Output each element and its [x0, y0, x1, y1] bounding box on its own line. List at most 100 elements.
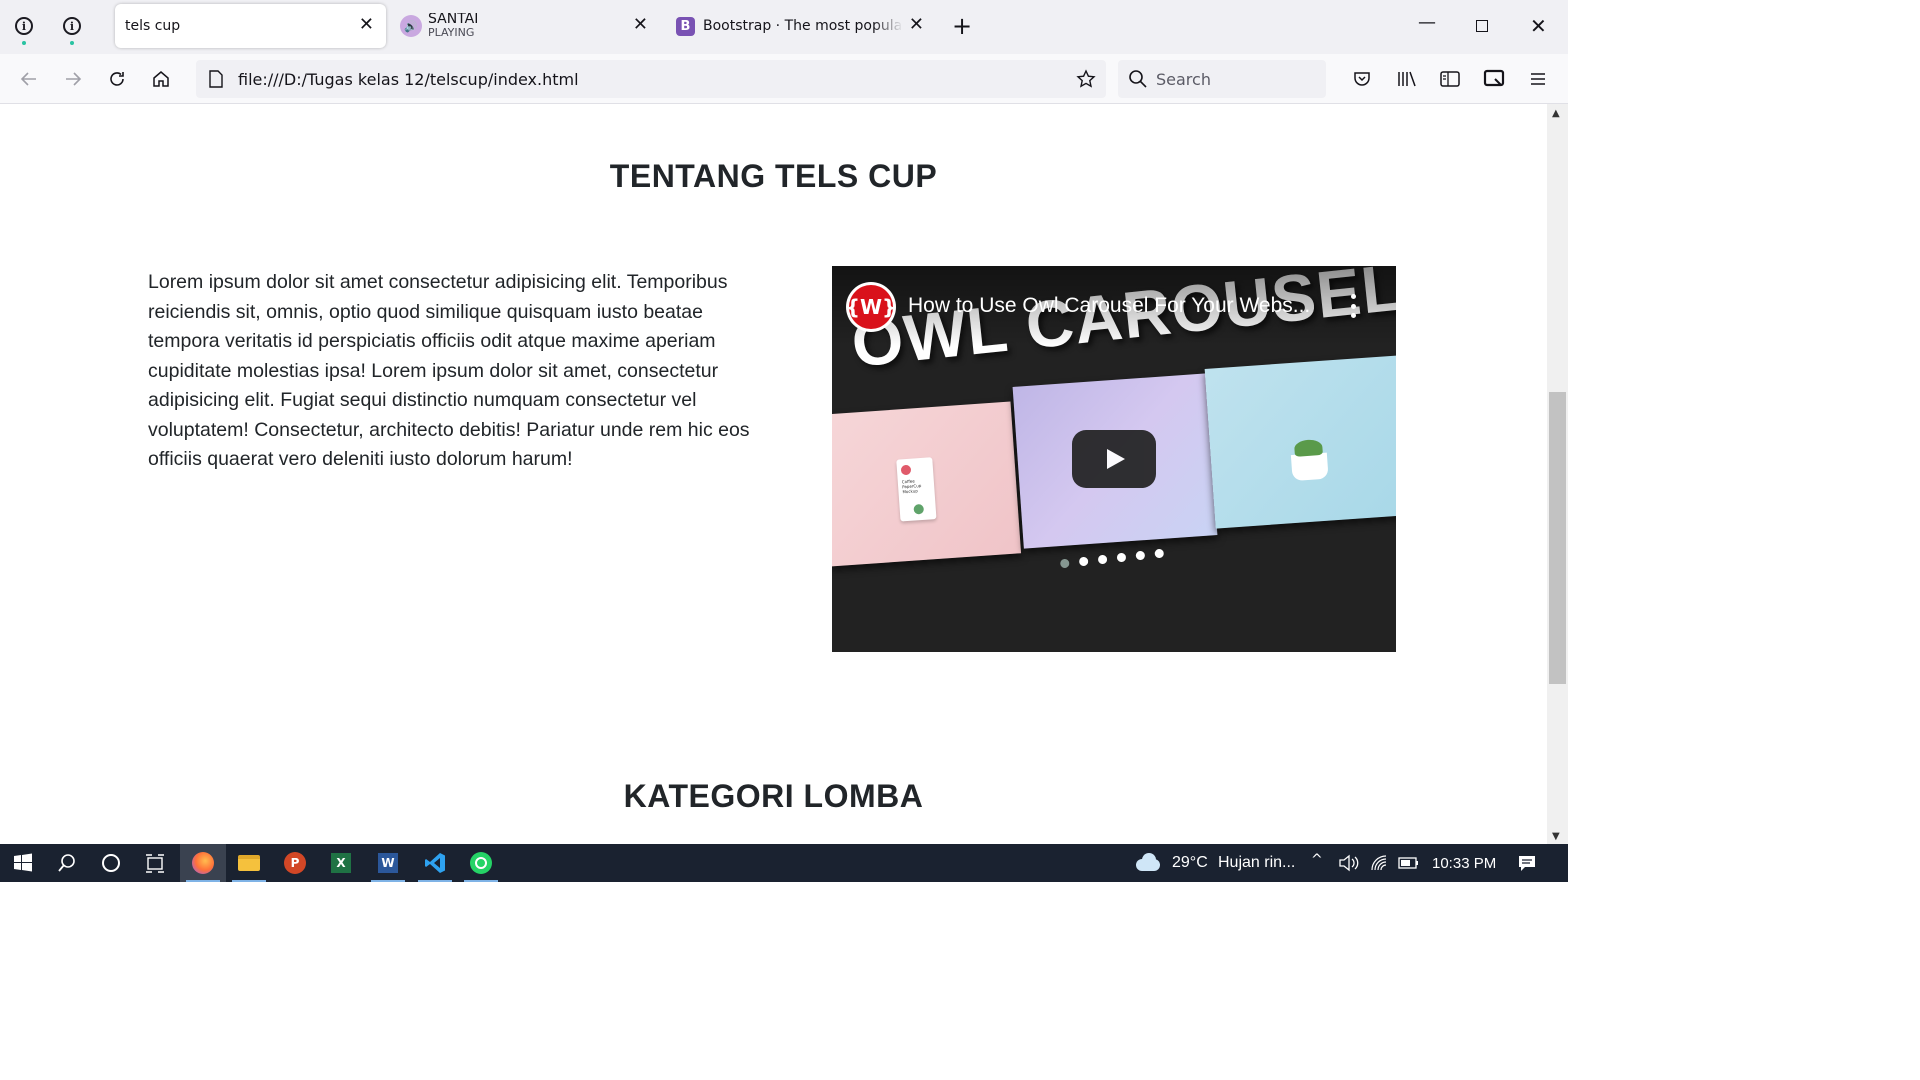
info-icon: i [63, 17, 81, 35]
hamburger-menu-icon [1531, 73, 1545, 85]
carousel-dot[interactable] [1097, 554, 1108, 565]
reload-button[interactable] [104, 66, 130, 92]
video-title[interactable]: How to Use Owl Carousel For Your Webs... [908, 294, 1310, 318]
start-button[interactable] [0, 844, 46, 882]
pinned-tab-1[interactable]: i [12, 14, 36, 45]
search-icon [1129, 70, 1147, 88]
screenshot-button[interactable] [1481, 66, 1507, 92]
firefox-icon [192, 852, 214, 874]
search-placeholder: Search [1156, 70, 1211, 89]
carousel-card-pink: Coffee PaperCup Mockup [832, 401, 1022, 567]
page-content: TENTANG TELS CUP Lorem ipsum dolor sit a… [0, 104, 1547, 844]
plant-pot-image [1290, 452, 1329, 482]
screenshot-icon [1483, 69, 1505, 87]
tab-tels-cup[interactable]: tels cup ✕ [115, 4, 386, 48]
folder-icon [238, 855, 260, 871]
taskbar-excel[interactable]: X [318, 844, 364, 882]
close-window-button[interactable]: ✕ [1530, 14, 1547, 38]
taskbar-firefox[interactable] [180, 844, 226, 882]
audio-playing-icon[interactable]: 🔊 [400, 15, 422, 37]
attention-dot [22, 41, 26, 45]
back-arrow-icon [20, 72, 36, 86]
card-label: Coffee PaperCup Mockup [901, 478, 922, 495]
notifications-icon[interactable] [1517, 854, 1537, 872]
weather-cloud-icon[interactable] [1134, 853, 1162, 873]
task-view-button[interactable] [132, 844, 178, 882]
cortana-button[interactable] [88, 844, 134, 882]
forward-button[interactable] [60, 66, 86, 92]
search-taskbar-button[interactable] [44, 844, 90, 882]
library-icon [1398, 71, 1416, 87]
windows-logo-icon [14, 853, 32, 872]
whatsapp-icon [470, 852, 492, 874]
page-icon [209, 70, 223, 88]
carousel-dots [1059, 548, 1165, 569]
scroll-up-arrow-icon[interactable]: ▲ [1552, 108, 1560, 119]
paper-cup-image: Coffee PaperCup Mockup [896, 457, 937, 522]
bootstrap-favicon-icon: B [676, 16, 695, 36]
url-bar[interactable]: file:///D:/Tugas kelas 12/telscup/index.… [196, 60, 1106, 98]
wifi-icon[interactable] [1370, 854, 1390, 872]
taskbar-vscode[interactable] [412, 844, 458, 882]
section-title-about: TENTANG TELS CUP [609, 158, 938, 194]
volume-icon[interactable] [1338, 854, 1360, 872]
home-icon [153, 71, 169, 87]
carousel-dot[interactable] [1154, 548, 1165, 559]
tab-sublabel: PLAYING [428, 26, 475, 39]
carousel-dot[interactable] [1116, 552, 1127, 563]
url-text[interactable]: file:///D:/Tugas kelas 12/telscup/index.… [238, 70, 579, 89]
vscode-icon [425, 853, 445, 873]
page-scrollbar[interactable]: ▲ ▼ [1547, 104, 1568, 844]
sidebar-button[interactable] [1437, 66, 1463, 92]
youtube-embed[interactable]: Coffee PaperCup Mockup OWL CAROUSEL {W} … [832, 266, 1396, 652]
carousel-dot[interactable] [1059, 558, 1070, 569]
close-tab-icon[interactable]: ✕ [633, 16, 648, 34]
weather-temperature[interactable]: 29°C [1172, 854, 1208, 872]
minimize-button[interactable]: — [1418, 12, 1436, 33]
menu-button[interactable] [1525, 66, 1551, 92]
taskbar-whatsapp[interactable] [458, 844, 504, 882]
taskbar-powerpoint[interactable]: P [272, 844, 318, 882]
channel-logo-text: {W} [846, 285, 896, 329]
pocket-icon [1354, 72, 1370, 86]
weather-description[interactable]: Hujan rin... [1218, 854, 1295, 872]
new-tab-button[interactable]: + [952, 14, 972, 38]
tab-santai[interactable]: 🔊 SANTAI PLAYING ✕ [396, 4, 662, 48]
play-button[interactable] [1072, 430, 1156, 488]
clock-time[interactable]: 10:33 PM [1432, 855, 1496, 872]
carousel-dot[interactable] [1078, 556, 1089, 567]
sidebar-icon [1440, 71, 1460, 87]
search-bar[interactable]: Search [1118, 60, 1326, 98]
about-paragraph: Lorem ipsum dolor sit amet consectetur a… [148, 271, 750, 470]
windows-taskbar: P X W 29°C Hujan rin... ^ 10:33 PM [0, 844, 1568, 882]
play-icon [1107, 449, 1125, 469]
more-options-icon[interactable] [1350, 294, 1356, 318]
close-tab-icon[interactable]: ✕ [909, 16, 924, 34]
reload-icon [110, 72, 124, 86]
battery-icon[interactable] [1398, 856, 1420, 870]
tab-label: SANTAI [428, 13, 479, 26]
scroll-down-arrow-icon[interactable]: ▼ [1552, 831, 1560, 842]
taskbar-word[interactable]: W [365, 844, 411, 882]
home-button[interactable] [148, 66, 174, 92]
pocket-button[interactable] [1349, 66, 1375, 92]
tab-bootstrap[interactable]: B Bootstrap · The most popular HTML ✕ [672, 4, 928, 48]
carousel-card-blue [1204, 355, 1396, 529]
tab-label: Bootstrap · The most popular HTML [703, 18, 903, 34]
word-icon: W [378, 853, 398, 873]
scrollbar-thumb[interactable] [1549, 392, 1566, 684]
restore-button[interactable] [1476, 20, 1488, 32]
section-title-categories: KATEGORI LOMBA [623, 778, 924, 814]
search-icon [58, 854, 75, 872]
close-tab-icon[interactable]: ✕ [359, 16, 374, 34]
back-button[interactable] [16, 66, 42, 92]
carousel-dot[interactable] [1135, 550, 1146, 561]
tab-bar: i i tels cup ✕ 🔊 SANTAI PLAYING ✕ B Boot… [0, 0, 1568, 54]
pinned-tab-2[interactable]: i [60, 14, 84, 45]
forward-arrow-icon [66, 72, 82, 86]
cortana-circle-icon [102, 854, 120, 872]
library-button[interactable] [1394, 66, 1420, 92]
taskbar-file-explorer[interactable] [226, 844, 272, 882]
show-hidden-icons-icon[interactable]: ^ [1311, 852, 1323, 868]
channel-avatar[interactable]: {W} [846, 282, 896, 332]
